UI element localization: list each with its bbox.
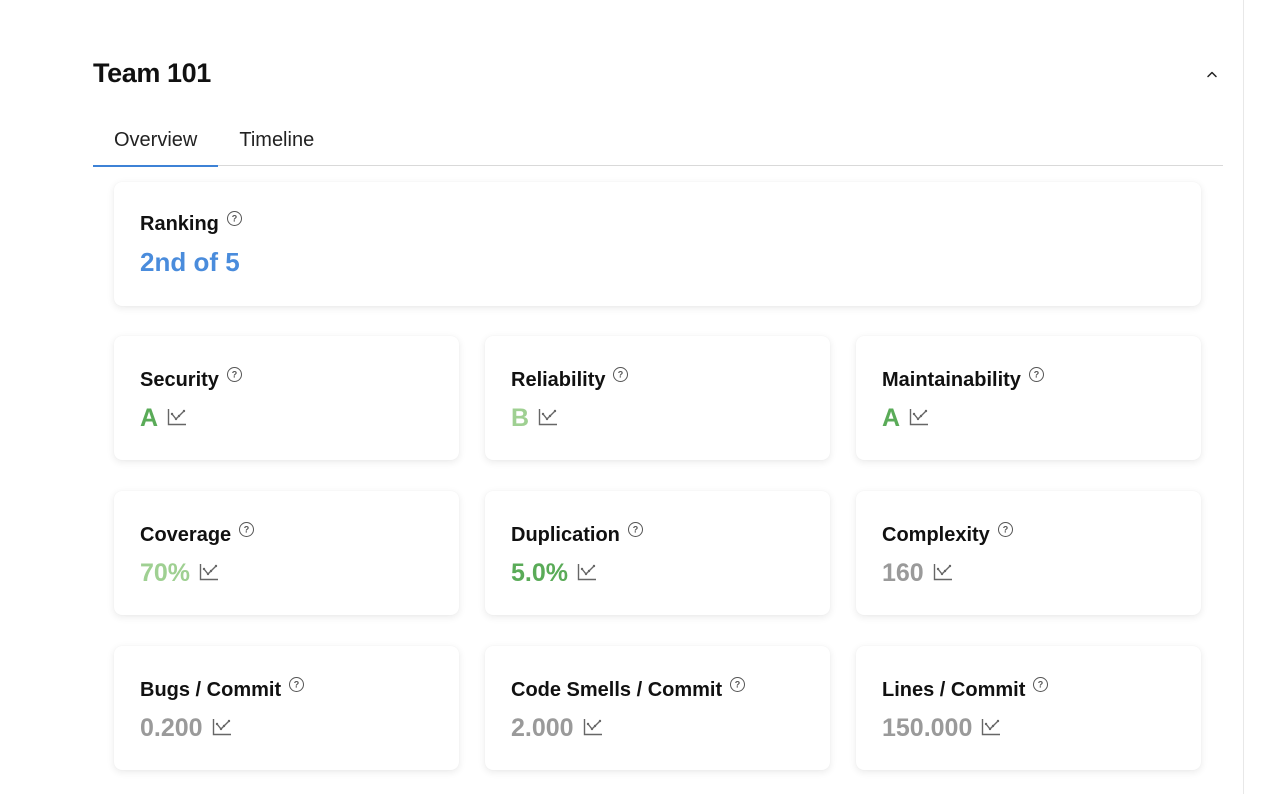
line-chart-icon[interactable] (583, 718, 603, 736)
metric-label: Maintainability (882, 369, 1021, 391)
metric-value: 160 (882, 559, 924, 587)
team-panel: Team 101 Overview Timeline Ranking ? 2nd… (0, 0, 1244, 794)
metric-value-row: B (511, 404, 558, 433)
metric-value-row: A (882, 404, 929, 433)
line-chart-icon[interactable] (577, 563, 597, 581)
metric-value: 70% (140, 559, 191, 587)
metric-label-row: Security? (140, 366, 243, 392)
metric-card-lines-commit: Lines / Commit? 150.000 (856, 646, 1201, 770)
line-chart-icon[interactable] (167, 408, 187, 426)
help-icon[interactable]: ? (1032, 676, 1049, 693)
collapse-button[interactable] (1200, 62, 1224, 86)
ranking-card: Ranking ? 2nd of 5 (114, 182, 1201, 306)
metric-label: Lines / Commit (882, 679, 1026, 701)
line-chart-icon[interactable] (199, 563, 219, 581)
metric-value: 2.000 (511, 714, 574, 742)
metric-card-bugs-commit: Bugs / Commit? 0.200 (114, 646, 459, 770)
help-icon[interactable]: ? (288, 676, 305, 693)
line-chart-icon[interactable] (909, 408, 929, 426)
metric-value-row: 2.000 (511, 714, 603, 743)
svg-text:?: ? (232, 370, 238, 380)
metric-value: A (882, 404, 901, 432)
help-icon[interactable]: ? (729, 676, 746, 693)
metric-value-row: A (140, 404, 187, 433)
metric-value: 150.000 (882, 714, 973, 742)
svg-text:?: ? (618, 370, 624, 380)
metric-label: Duplication (511, 524, 620, 546)
line-chart-icon[interactable] (212, 718, 232, 736)
tab-timeline[interactable]: Timeline (218, 126, 335, 166)
metric-value: B (511, 404, 530, 432)
metric-label-row: Coverage? (140, 521, 255, 547)
svg-text:?: ? (244, 525, 250, 535)
line-chart-icon[interactable] (981, 718, 1001, 736)
metric-label-row: Maintainability? (882, 366, 1045, 392)
help-icon[interactable]: ? (612, 366, 629, 383)
help-icon[interactable]: ? (997, 521, 1014, 538)
help-icon[interactable]: ? (627, 521, 644, 538)
ranking-label-row: Ranking ? (140, 210, 243, 236)
metric-label: Complexity (882, 524, 990, 546)
svg-text:?: ? (1034, 370, 1040, 380)
help-icon[interactable]: ? (226, 210, 243, 227)
metric-value-row: 150.000 (882, 714, 1001, 743)
metric-label-row: Code Smells / Commit? (511, 676, 746, 702)
metric-value: 0.200 (140, 714, 203, 742)
metric-label: Coverage (140, 524, 232, 546)
ranking-value: 2nd of 5 (140, 247, 240, 277)
line-chart-icon[interactable] (538, 408, 558, 426)
help-icon[interactable]: ? (226, 366, 243, 383)
metric-label-row: Reliability? (511, 366, 629, 392)
help-icon[interactable]: ? (1028, 366, 1045, 383)
metric-value-row: 5.0% (511, 559, 597, 588)
metric-value: 5.0% (511, 559, 568, 587)
svg-text:?: ? (633, 525, 639, 535)
metric-value-row: 160 (882, 559, 953, 588)
svg-text:?: ? (1003, 525, 1009, 535)
metric-value-row: 70% (140, 559, 219, 588)
metric-card-code-smells-commit: Code Smells / Commit? 2.000 (485, 646, 830, 770)
metric-card-complexity: Complexity? 160 (856, 491, 1201, 615)
metric-card-reliability: Reliability? B (485, 336, 830, 460)
metric-label: Code Smells / Commit (511, 679, 723, 701)
metric-label-row: Duplication? (511, 521, 644, 547)
line-chart-icon[interactable] (933, 563, 953, 581)
metric-card-security: Security? A (114, 336, 459, 460)
tab-overview[interactable]: Overview (93, 126, 219, 167)
metric-value-row: 0.200 (140, 714, 232, 743)
chevron-up-icon (1207, 71, 1217, 78)
metric-card-coverage: Coverage? 70% (114, 491, 459, 615)
tab-bar: Overview Timeline (93, 126, 1223, 167)
svg-text:?: ? (1038, 680, 1044, 690)
ranking-label: Ranking (140, 213, 219, 235)
page-title: Team 101 (93, 58, 211, 88)
metric-label: Reliability (511, 369, 606, 391)
metric-label: Security (140, 369, 219, 391)
metric-card-duplication: Duplication? 5.0% (485, 491, 830, 615)
svg-text:?: ? (735, 680, 741, 690)
help-icon[interactable]: ? (238, 521, 255, 538)
svg-text:?: ? (232, 214, 238, 224)
metric-card-maintainability: Maintainability? A (856, 336, 1201, 460)
metric-label-row: Lines / Commit? (882, 676, 1049, 702)
metric-value: A (140, 404, 159, 432)
metric-label: Bugs / Commit (140, 679, 282, 701)
metric-label-row: Bugs / Commit? (140, 676, 305, 702)
svg-text:?: ? (294, 680, 300, 690)
metric-label-row: Complexity? (882, 521, 1014, 547)
